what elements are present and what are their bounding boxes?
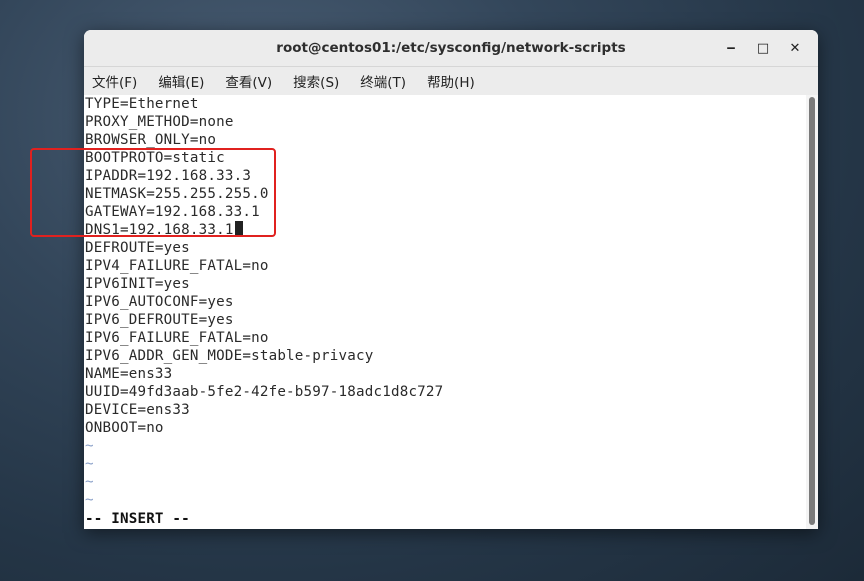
config-line-browser-only: BROWSER_ONLY=no xyxy=(85,132,217,148)
config-line-ipv4-failure-fatal: IPV4_FAILURE_FATAL=no xyxy=(85,258,269,274)
close-icon: ✕ xyxy=(789,40,801,56)
config-line-uuid: UUID=49fd3aab-5fe2-42fe-b597-18adc1d8c72… xyxy=(85,384,444,400)
config-line-ipv6-defroute: IPV6_DEFROUTE=yes xyxy=(85,312,234,328)
empty-line-tilde: ~ xyxy=(85,474,94,490)
config-line-onboot: ONBOOT=no xyxy=(85,420,164,436)
maximize-icon: □ xyxy=(756,40,770,56)
scrollbar-thumb[interactable] xyxy=(809,97,815,525)
config-line-type: TYPE=Ethernet xyxy=(85,96,199,112)
window-controls: ‒ □ ✕ xyxy=(716,30,810,66)
menu-help[interactable]: 帮助(H) xyxy=(421,71,481,91)
minimize-button[interactable]: ‒ xyxy=(716,35,746,61)
config-line-proxy-method: PROXY_METHOD=none xyxy=(85,114,234,130)
menu-terminal[interactable]: 终端(T) xyxy=(354,71,412,91)
empty-line-tilde: ~ xyxy=(85,456,94,472)
config-line-name: NAME=ens33 xyxy=(85,366,173,382)
config-line-device: DEVICE=ens33 xyxy=(85,402,190,418)
empty-line-tilde: ~ xyxy=(85,492,94,508)
title-bar[interactable]: root@centos01:/etc/sysconfig/network-scr… xyxy=(84,30,818,67)
config-line-ipv6init: IPV6INIT=yes xyxy=(85,276,190,292)
config-line-ipv6-addr-gen-mode: IPV6_ADDR_GEN_MODE=stable-privacy xyxy=(85,348,374,364)
close-button[interactable]: ✕ xyxy=(780,35,810,61)
menu-edit[interactable]: 编辑(E) xyxy=(152,71,210,91)
empty-line-tilde: ~ xyxy=(85,438,94,454)
menu-search[interactable]: 搜索(S) xyxy=(287,71,345,91)
vim-mode-status: -- INSERT -- xyxy=(85,511,190,527)
config-line-ipv6-failure-fatal: IPV6_FAILURE_FATAL=no xyxy=(85,330,269,346)
menu-file[interactable]: 文件(F) xyxy=(86,71,143,91)
minimize-icon: ‒ xyxy=(726,40,736,56)
scrollbar[interactable] xyxy=(806,95,818,529)
terminal-window: root@centos01:/etc/sysconfig/network-scr… xyxy=(84,30,818,529)
config-line-ipv6-autoconf: IPV6_AUTOCONF=yes xyxy=(85,294,234,310)
menu-bar: 文件(F) 编辑(E) 查看(V) 搜索(S) 终端(T) 帮助(H) xyxy=(84,67,818,96)
menu-view[interactable]: 查看(V) xyxy=(219,71,278,91)
window-title: root@centos01:/etc/sysconfig/network-scr… xyxy=(276,40,626,56)
red-highlight-box xyxy=(30,148,276,237)
maximize-button[interactable]: □ xyxy=(748,35,778,61)
config-line-defroute: DEFROUTE=yes xyxy=(85,240,190,256)
